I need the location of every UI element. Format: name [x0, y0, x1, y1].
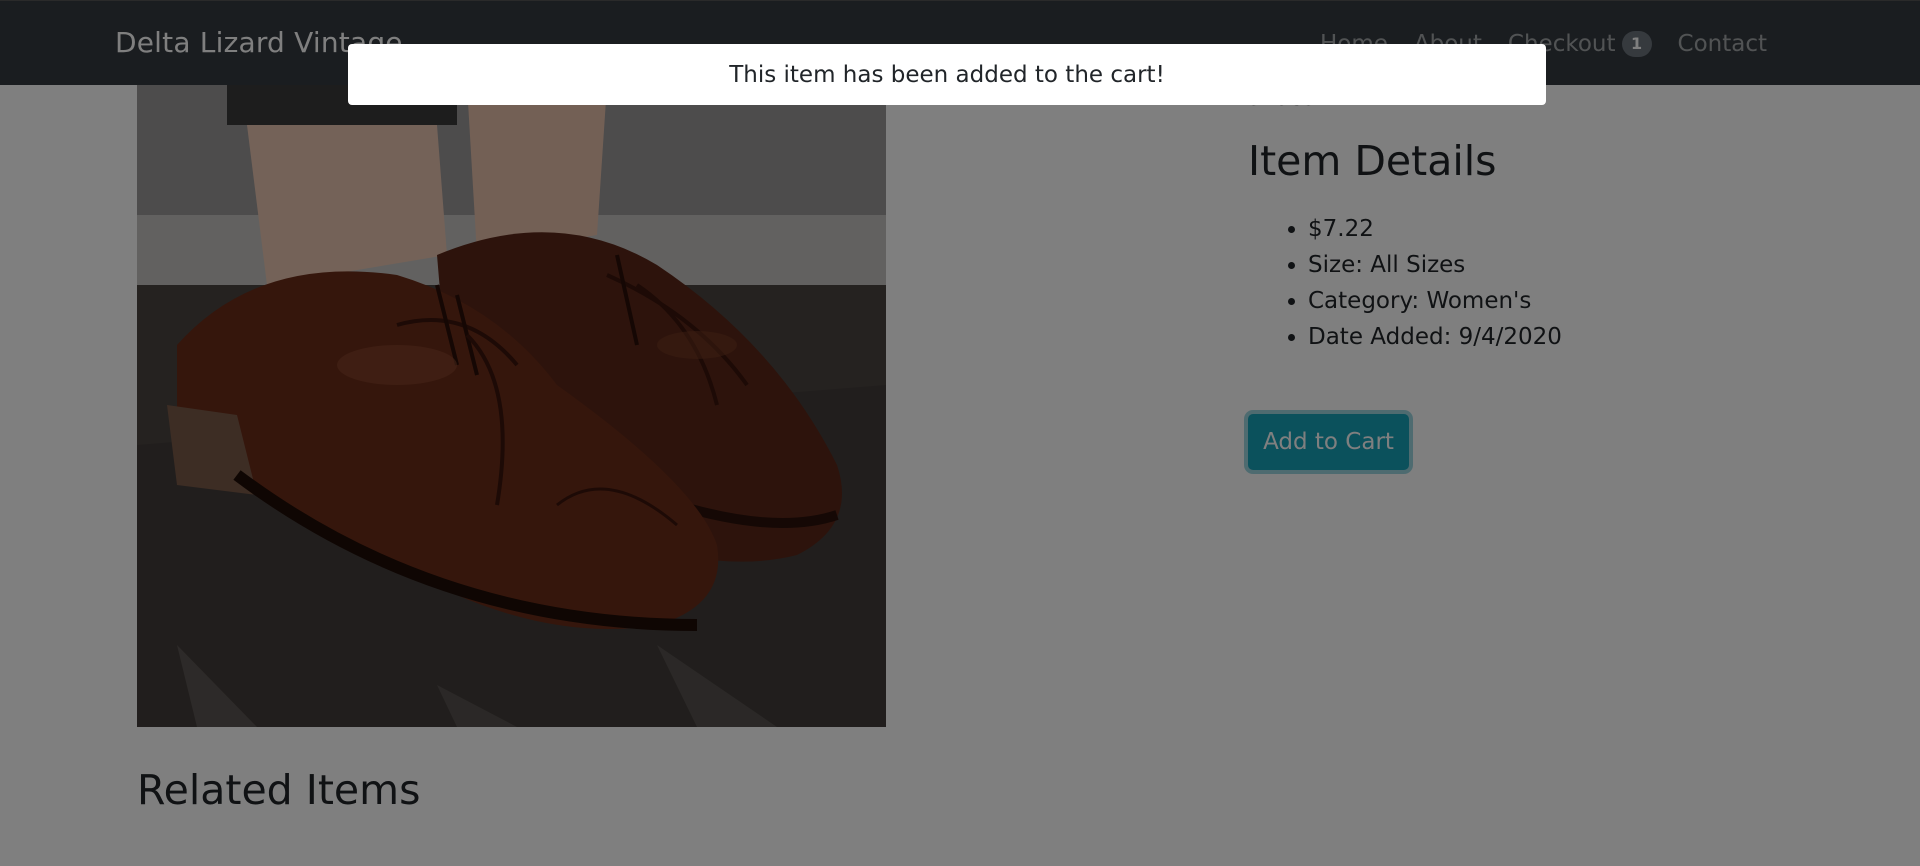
toast-message: This item has been added to the cart!	[729, 61, 1165, 88]
added-to-cart-toast: This item has been added to the cart!	[348, 44, 1546, 105]
modal-backdrop[interactable]	[0, 0, 1920, 866]
